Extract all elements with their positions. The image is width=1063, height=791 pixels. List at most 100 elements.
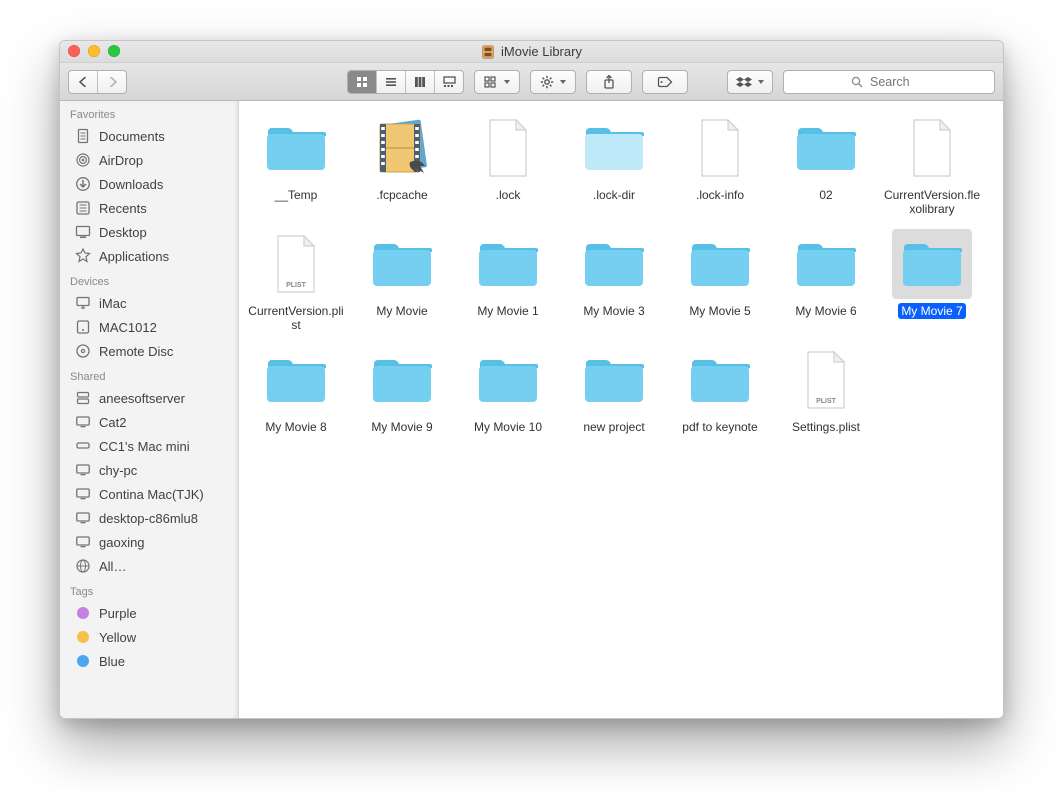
back-button[interactable]: [69, 71, 98, 93]
sidebar-item[interactable]: iMac: [60, 291, 238, 315]
globe-icon: [74, 557, 92, 575]
folder-icon: [256, 113, 336, 183]
sidebar-item[interactable]: gaoxing: [60, 530, 238, 554]
file-item[interactable]: My Movie 9: [349, 339, 455, 455]
sidebar-item-label: CC1's Mac mini: [99, 439, 190, 454]
file-item[interactable]: __Temp: [243, 107, 349, 223]
file-item[interactable]: My Movie 8: [243, 339, 349, 455]
file-item[interactable]: My Movie 7: [879, 223, 985, 339]
file-item[interactable]: My Movie 10: [455, 339, 561, 455]
sidebar-item-label: aneesoftserver: [99, 391, 185, 406]
sidebar-item-label: chy-pc: [99, 463, 137, 478]
sidebar-item-label: Cat2: [99, 415, 126, 430]
share-button[interactable]: [586, 70, 632, 94]
sidebar-item-label: Downloads: [99, 177, 163, 192]
sidebar-item[interactable]: aneesoftserver: [60, 386, 238, 410]
column-view-button[interactable]: [406, 71, 435, 93]
svg-text:PLIST: PLIST: [816, 398, 837, 405]
display-icon: [74, 485, 92, 503]
chevron-down-icon: [560, 80, 566, 84]
file-label: Settings.plist: [789, 419, 863, 435]
sidebar-item[interactable]: Contina Mac(TJK): [60, 482, 238, 506]
sidebar-item[interactable]: Documents: [60, 124, 238, 148]
zoom-button[interactable]: [108, 45, 120, 57]
file-item[interactable]: My Movie: [349, 223, 455, 339]
chevron-down-icon: [504, 80, 510, 84]
file-item[interactable]: 02: [773, 107, 879, 223]
file-item[interactable]: .fcpcache: [349, 107, 455, 223]
toolbar: [60, 63, 1003, 101]
sidebar-item[interactable]: AirDrop: [60, 148, 238, 172]
file-item[interactable]: .lock-info: [667, 107, 773, 223]
tags-button[interactable]: [642, 70, 688, 94]
sidebar-item[interactable]: Recents: [60, 196, 238, 220]
sidebar-item[interactable]: MAC1012: [60, 315, 238, 339]
icon-view-button[interactable]: [348, 71, 377, 93]
search-icon: [851, 76, 863, 88]
file-label: CurrentVersion.plist: [243, 303, 349, 333]
close-button[interactable]: [68, 45, 80, 57]
list-view-button[interactable]: [377, 71, 406, 93]
file-label: .fcpcache: [373, 187, 430, 203]
mini-icon: [74, 437, 92, 455]
sidebar-item-label: Blue: [99, 654, 125, 669]
file-label: new project: [580, 419, 647, 435]
sidebar[interactable]: FavoritesDocumentsAirDropDownloadsRecent…: [60, 101, 239, 718]
search-field[interactable]: [783, 70, 995, 94]
file-item[interactable]: My Movie 5: [667, 223, 773, 339]
file-label: .lock-dir: [590, 187, 638, 203]
file-label: My Movie 8: [262, 419, 329, 435]
forward-button[interactable]: [98, 71, 126, 93]
arrange-button[interactable]: [474, 70, 520, 94]
file-label: My Movie 1: [474, 303, 541, 319]
folder-icon: [468, 229, 548, 299]
display-icon: [74, 461, 92, 479]
sidebar-item[interactable]: Cat2: [60, 410, 238, 434]
folder-icon: [786, 229, 866, 299]
sidebar-item[interactable]: Applications: [60, 244, 238, 268]
dropbox-button[interactable]: [727, 70, 773, 94]
file-item[interactable]: PLIST Settings.plist: [773, 339, 879, 455]
sidebar-item[interactable]: Desktop: [60, 220, 238, 244]
file-item[interactable]: My Movie 1: [455, 223, 561, 339]
fcpcache-icon: [362, 113, 442, 183]
window-title: iMovie Library: [501, 44, 582, 59]
search-input[interactable]: [868, 74, 927, 90]
sidebar-item-label: All…: [99, 559, 126, 574]
action-button[interactable]: [530, 70, 576, 94]
display-icon: [74, 413, 92, 431]
sidebar-item[interactable]: CC1's Mac mini: [60, 434, 238, 458]
finder-window: iMovie Library: [59, 40, 1004, 719]
sidebar-item[interactable]: All…: [60, 554, 238, 578]
sidebar-item-label: Recents: [99, 201, 147, 216]
file-item[interactable]: PLISTCurrentVersion.plist: [243, 223, 349, 339]
file-icon: [468, 113, 548, 183]
sidebar-item[interactable]: Remote Disc: [60, 339, 238, 363]
sidebar-item[interactable]: Downloads: [60, 172, 238, 196]
file-item[interactable]: My Movie 3: [561, 223, 667, 339]
file-item[interactable]: pdf to keynote: [667, 339, 773, 455]
folder-icon: [892, 229, 972, 299]
traffic-lights: [68, 45, 120, 57]
file-label: .lock: [493, 187, 524, 203]
sidebar-item[interactable]: Yellow: [60, 625, 238, 649]
file-item[interactable]: new project: [561, 339, 667, 455]
disc-icon: [74, 342, 92, 360]
sidebar-item-label: gaoxing: [99, 535, 145, 550]
sidebar-item[interactable]: desktop-c86mlu8: [60, 506, 238, 530]
display-icon: [74, 533, 92, 551]
content-area[interactable]: __Temp .fcpcache .lock .lock-dir .lock-info0…: [239, 101, 1003, 718]
sidebar-item[interactable]: chy-pc: [60, 458, 238, 482]
sidebar-item[interactable]: Blue: [60, 649, 238, 673]
file-item[interactable]: My Movie 6: [773, 223, 879, 339]
folder-icon: [256, 345, 336, 415]
sidebar-item[interactable]: Purple: [60, 601, 238, 625]
file-icon: PLIST: [786, 345, 866, 415]
minimize-button[interactable]: [88, 45, 100, 57]
file-item[interactable]: .lock: [455, 107, 561, 223]
file-item[interactable]: CurrentVersion.flexolibrary: [879, 107, 985, 223]
file-item[interactable]: .lock-dir: [561, 107, 667, 223]
gallery-view-button[interactable]: [435, 71, 463, 93]
folder-icon: [680, 229, 760, 299]
file-label: My Movie 10: [471, 419, 545, 435]
